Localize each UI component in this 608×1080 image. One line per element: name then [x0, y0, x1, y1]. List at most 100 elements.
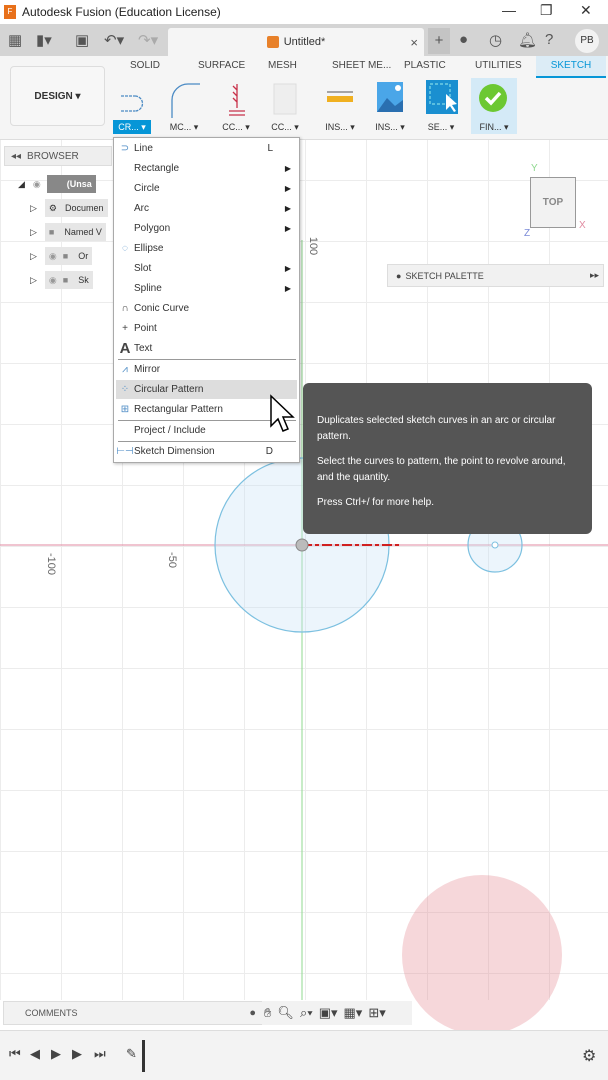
conic-curve-icon: ∩ — [121, 303, 129, 314]
configure-tool[interactable]: CC... ▾ — [266, 78, 304, 134]
document-tab[interactable]: Untitled* × — [168, 28, 424, 56]
ruler-label-100: 100 — [307, 236, 320, 256]
insert-label: INS... ▾ — [375, 122, 405, 132]
browser-item-root[interactable]: ◢ ◉ (Unsa — [18, 175, 96, 193]
minimize-button[interactable]: — — [502, 2, 516, 18]
timeline-marker[interactable] — [142, 1040, 145, 1072]
eye-icon[interactable]: ◉ — [49, 275, 57, 286]
grid-settings-icon[interactable]: ▦▾ — [344, 1005, 363, 1021]
menu-item-arc[interactable]: Arc ▶ — [116, 199, 297, 218]
view-cube[interactable]: TOP — [530, 177, 576, 228]
comments-panel[interactable]: COMMENTS ● — [3, 1001, 263, 1025]
tab-solid[interactable]: SOLID — [130, 60, 160, 71]
browser-item-origin[interactable]: ▷ ◉ ■ Or — [30, 247, 93, 265]
select-tool[interactable]: SE... ▾ — [422, 78, 460, 134]
job-status-icon[interactable]: ◷ — [489, 31, 502, 49]
constraints-tool[interactable]: CC... ▾ — [217, 78, 255, 134]
redo-icon[interactable]: ↷▾ — [138, 31, 158, 49]
menu-item-circle[interactable]: Circle ▶ — [116, 179, 297, 198]
menu-item-point[interactable]: + Point — [116, 319, 297, 338]
point-icon: + — [122, 323, 128, 334]
tab-utilities[interactable]: UTILITIES — [475, 60, 522, 71]
sketch-dimension-icon: ⊢⊣ — [116, 446, 134, 457]
menu-item-text[interactable]: A Text — [116, 339, 297, 358]
folder-icon: ■ — [62, 275, 69, 285]
menu-item-sketch-dimension[interactable]: ⊢⊣ Sketch Dimension D — [116, 442, 297, 461]
browser-item-document-settings[interactable]: ▷ ⚙ Documen — [30, 199, 108, 217]
notifications-icon[interactable]: 🔔︎ — [518, 31, 537, 49]
submenu-arrow-icon: ▶ — [284, 204, 291, 213]
extensions-icon[interactable]: ● — [459, 31, 468, 48]
step-forward-icon[interactable]: ▶ — [72, 1046, 82, 1062]
pan-icon[interactable]: ✋︎ — [264, 1005, 271, 1021]
constraints-label: CC... ▾ — [222, 122, 250, 132]
tab-plastic[interactable]: PLASTIC — [404, 60, 446, 71]
collapse-icon[interactable]: ◂◂ — [11, 151, 21, 162]
maximize-button[interactable]: ❐ — [540, 2, 553, 19]
circular-pattern-icon: ⁘ — [120, 384, 130, 395]
sketch-palette[interactable]: ● SKETCH PALETTE ▸▸ — [387, 264, 604, 287]
small-circle-center — [491, 541, 499, 549]
go-to-end-icon[interactable]: ⏭ — [94, 1046, 106, 1062]
browser-item-named-views[interactable]: ▷ ■ Named V — [30, 223, 106, 241]
expand-palette-button[interactable]: ▸▸ — [590, 270, 599, 281]
viewports-icon[interactable]: ⊞▾ — [368, 1005, 385, 1021]
tab-surface[interactable]: SURFACE — [198, 60, 245, 71]
origin-point — [295, 538, 309, 552]
modify-tool[interactable]: MC... ▾ — [165, 78, 203, 134]
menu-item-conic-curve[interactable]: ∩ Conic Curve — [116, 299, 297, 318]
browser-item-sketches[interactable]: ▷ ◉ ■ Sk — [30, 271, 93, 289]
file-icon[interactable]: ▮▾ — [36, 31, 52, 49]
add-comment-icon[interactable]: ● — [249, 1007, 256, 1019]
close-button[interactable]: ✕ — [580, 2, 592, 19]
play-icon[interactable]: ▶ — [51, 1046, 61, 1062]
new-tab-icon[interactable]: + — [428, 28, 450, 54]
tooltip-instructions: Select the curves to pattern, the point … — [317, 456, 566, 483]
inspect-tool[interactable]: INS... ▾ — [321, 78, 359, 134]
view-cube-face[interactable]: TOP — [543, 197, 563, 208]
finish-sketch-icon — [479, 84, 507, 112]
save-icon[interactable]: ▣ — [75, 31, 89, 49]
step-back-icon[interactable]: ◀ — [30, 1046, 40, 1062]
text-icon: A — [119, 340, 131, 357]
browser-panel-header[interactable]: ◂◂ BROWSER — [4, 146, 112, 166]
inspect-measure-icon — [327, 91, 353, 102]
workspace-selector[interactable]: DESIGN ▾ — [10, 66, 105, 126]
timeline-settings-icon[interactable]: ⚙ — [582, 1046, 596, 1066]
undo-icon[interactable]: ↶▾ — [104, 31, 124, 49]
tab-sheet-metal[interactable]: SHEET ME... — [332, 60, 391, 71]
constraints-icon — [229, 84, 245, 116]
fit-icon[interactable]: ⌕▾ — [300, 1005, 313, 1021]
sketch-palette-title: SKETCH PALETTE — [405, 270, 484, 281]
finish-sketch-tool[interactable]: FIN... ▾ — [471, 78, 517, 134]
menu-item-slot[interactable]: Slot ▶ — [116, 259, 297, 278]
finish-sketch-label: FIN... ▾ — [479, 122, 509, 132]
eye-icon[interactable]: ◉ — [33, 179, 41, 190]
apps-grid-icon[interactable]: ▦ — [8, 31, 22, 49]
mirror-icon: ⩘ — [122, 364, 128, 375]
ellipse-icon: ◌ — [122, 243, 128, 254]
menu-item-mirror[interactable]: ⩘ Mirror — [116, 360, 297, 379]
insert-tool[interactable]: INS... ▾ — [371, 78, 409, 134]
watermark-logo — [402, 875, 562, 1035]
menu-item-spline[interactable]: Spline ▶ — [116, 279, 297, 298]
sketch-feature-icon[interactable]: ✎ — [126, 1046, 137, 1062]
create-tool[interactable]: CR... ▾ — [113, 78, 151, 134]
modify-label: MC... ▾ — [169, 122, 199, 132]
menu-item-line[interactable]: ⊃ Line L — [116, 139, 297, 158]
tab-sketch[interactable]: SKETCH — [536, 56, 606, 78]
zoom-icon[interactable]: 🔍︎ — [277, 1005, 294, 1021]
window-title: Autodesk Fusion (Education License) — [22, 5, 221, 19]
menu-item-rectangle[interactable]: Rectangle ▶ — [116, 159, 297, 178]
configure-label: CC... ▾ — [271, 122, 299, 132]
go-to-start-icon[interactable]: ⏮ — [9, 1046, 21, 1062]
close-tab-button[interactable]: × — [410, 35, 418, 50]
document-tab-label: Untitled* — [283, 36, 326, 48]
help-icon[interactable]: ? — [545, 31, 553, 48]
display-settings-icon[interactable]: ▣▾ — [319, 1005, 338, 1021]
tab-mesh[interactable]: MESH — [268, 60, 297, 71]
eye-icon[interactable]: ◉ — [49, 251, 57, 262]
menu-item-polygon[interactable]: Polygon ▶ — [116, 219, 297, 238]
menu-item-ellipse[interactable]: ◌ Ellipse — [116, 239, 297, 258]
avatar[interactable]: PB — [575, 29, 599, 53]
